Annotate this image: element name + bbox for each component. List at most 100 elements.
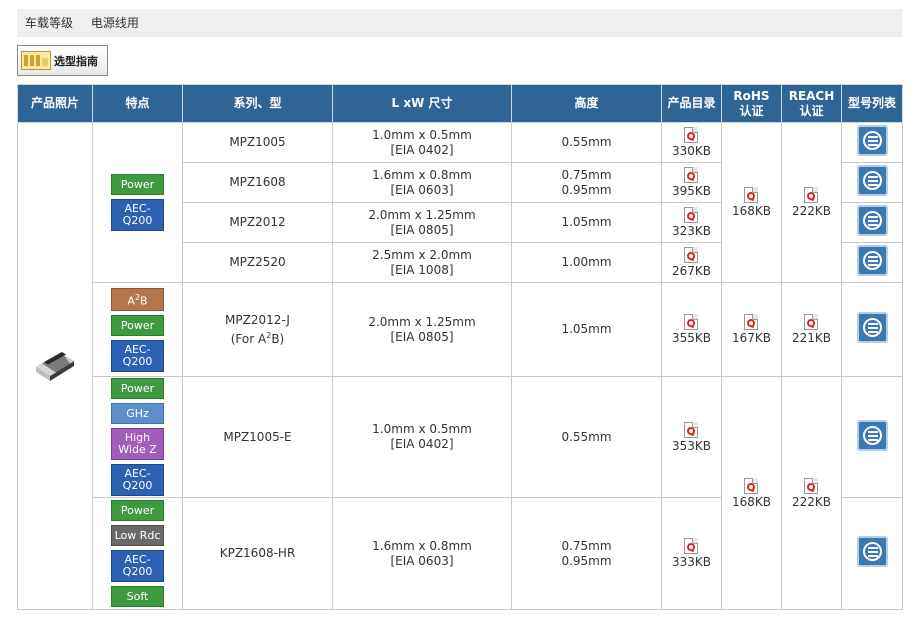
table-row: Power GHz High Wide Z AEC- Q200 MPZ1005-E … (18, 376, 903, 610)
catalog-pdf-link[interactable]: 395KB (672, 167, 711, 198)
catalog-cell: 353KB (661, 376, 722, 498)
badge-power[interactable]: Power (111, 378, 164, 399)
badge-aec-q200[interactable]: AEC- Q200 (111, 339, 164, 372)
catalog-pdf-link[interactable]: 323KB (672, 207, 711, 238)
breadcrumb: 车载等级 电源线用 (17, 9, 902, 37)
pdf-icon (804, 477, 819, 494)
catalog-pdf-link[interactable]: 267KB (672, 247, 711, 278)
series-cell: MPZ2012 (182, 202, 333, 243)
pdf-icon (744, 477, 759, 494)
header-reach: REACH 认证 (781, 84, 842, 123)
catalog-cell: 267KB (661, 242, 722, 283)
guide-icon (21, 51, 51, 70)
part-list-icon[interactable] (856, 536, 888, 567)
reach-pdf-link[interactable]: 221KB (792, 314, 831, 345)
badge-power[interactable]: Power (111, 314, 164, 336)
header-height: 高度 (511, 84, 662, 123)
badge-low-rdc[interactable]: Low Rdc (111, 525, 164, 546)
series-cell: MPZ1608 (182, 162, 333, 203)
pdf-icon (684, 167, 699, 183)
rohs-pdf-link[interactable]: 168KB (732, 187, 771, 218)
pdf-icon (684, 421, 699, 438)
catalog-cell: 395KB (661, 162, 722, 203)
badge-power[interactable]: Power (111, 500, 164, 521)
catalog-pdf-link[interactable]: 333KB (672, 538, 711, 569)
reach-pdf-link[interactable]: 222KB (792, 187, 831, 218)
pdf-icon (684, 247, 699, 263)
badge-power[interactable]: Power (111, 174, 164, 195)
height-cell: 0.55mm (511, 376, 662, 498)
reach-cell-group3: 222KB (781, 376, 842, 610)
catalog-cell: 323KB (661, 202, 722, 243)
catalog-pdf-link[interactable]: 355KB (672, 314, 711, 345)
header-size: L xW 尺寸 (332, 84, 512, 123)
size-cell: 2.0mm x 1.25mm [EIA 0805] (332, 202, 512, 243)
rohs-cell: 167KB (721, 282, 782, 377)
height-cell: 1.05mm (511, 282, 662, 377)
rohs-pdf-link[interactable]: 167KB (732, 314, 771, 345)
rohs-pdf-link[interactable]: 168KB (732, 477, 771, 509)
reach-pdf-link[interactable]: 222KB (792, 477, 831, 509)
reach-cell: 221KB (781, 282, 842, 377)
catalog-pdf-link[interactable]: 353KB (672, 421, 711, 453)
height-cell: 0.55mm (511, 122, 662, 163)
rohs-cell-group1: 168KB (721, 122, 782, 283)
catalog-cell: 333KB (661, 497, 722, 610)
badge-aec-q200[interactable]: AEC- Q200 (111, 464, 164, 496)
pdf-icon (744, 187, 759, 203)
series-cell: KPZ1608-HR (182, 497, 333, 610)
part-list-cell (841, 376, 903, 498)
features-cell-group4: Power Low Rdc AEC- Q200 Soft (92, 497, 183, 610)
height-cell: 0.75mm 0.95mm (511, 497, 662, 610)
size-cell: 1.0mm x 0.5mm [EIA 0402] (332, 376, 512, 498)
pdf-icon (804, 314, 819, 330)
pdf-icon (684, 314, 699, 330)
features-cell-group2: A2B Power AEC- Q200 (92, 282, 183, 377)
size-cell: 1.6mm x 0.8mm [EIA 0603] (332, 162, 512, 203)
selection-guide-button[interactable]: 选型指南 (17, 45, 108, 76)
pdf-icon (684, 127, 699, 143)
part-list-cell (841, 282, 903, 377)
badge-aec-q200[interactable]: AEC- Q200 (111, 550, 164, 582)
table-row: Power AEC- Q200 MPZ1005 1.0mm x 0.5mm [EIA… (17, 122, 903, 610)
part-list-icon[interactable] (856, 125, 888, 156)
series-cell: MPZ1005-E (182, 376, 333, 498)
size-cell: 2.0mm x 1.25mm [EIA 0805] (332, 282, 512, 377)
part-list-icon[interactable] (856, 205, 888, 236)
series-cell: MPZ2520 (182, 242, 333, 283)
features-cell-group1: Power AEC- Q200 (92, 122, 183, 283)
header-series: 系列、型 (182, 84, 333, 123)
badge-soft[interactable]: Soft (111, 586, 164, 607)
pdf-icon (684, 207, 699, 223)
pdf-icon (684, 538, 699, 554)
series-subtitle: (For A2B) (230, 330, 285, 346)
series-cell: MPZ2012-J (For A2B) (182, 282, 333, 377)
part-list-cell (841, 122, 903, 163)
part-list-icon[interactable] (856, 165, 888, 196)
catalog-cell: 330KB (661, 122, 722, 163)
catalog-cell: 355KB (661, 282, 722, 377)
height-cell: 0.75mm 0.95mm (511, 162, 662, 203)
size-cell: 1.0mm x 0.5mm [EIA 0402] (332, 122, 512, 163)
table-header-row: 产品照片 特点 系列、型 L xW 尺寸 高度 产品目录 RoHS 认证 REAC… (17, 84, 903, 123)
chip-photo (32, 349, 78, 383)
product-photo-cell (17, 122, 93, 610)
part-list-icon[interactable] (856, 245, 888, 276)
header-catalog: 产品目录 (661, 84, 722, 123)
part-list-cell (841, 497, 903, 610)
breadcrumb-item-automotive[interactable]: 车载等级 (25, 16, 73, 30)
table-row: A2B Power AEC- Q200 MPZ2012-J (For A2B) 2… (18, 282, 903, 377)
pdf-icon (744, 314, 759, 330)
badge-ghz[interactable]: GHz (111, 403, 164, 424)
part-list-icon[interactable] (856, 312, 888, 343)
header-rohs: RoHS 认证 (721, 84, 782, 123)
features-cell-group3: Power GHz High Wide Z AEC- Q200 (92, 376, 183, 498)
badge-high-wide-z[interactable]: High Wide Z (111, 428, 164, 460)
breadcrumb-item-power-line[interactable]: 电源线用 (91, 16, 139, 30)
badge-a2b[interactable]: A2B (111, 287, 164, 311)
pdf-icon (804, 187, 819, 203)
badge-aec-q200[interactable]: AEC- Q200 (111, 199, 164, 231)
catalog-pdf-link[interactable]: 330KB (672, 127, 711, 158)
reach-cell-group1: 222KB (781, 122, 842, 283)
part-list-icon[interactable] (856, 419, 888, 451)
